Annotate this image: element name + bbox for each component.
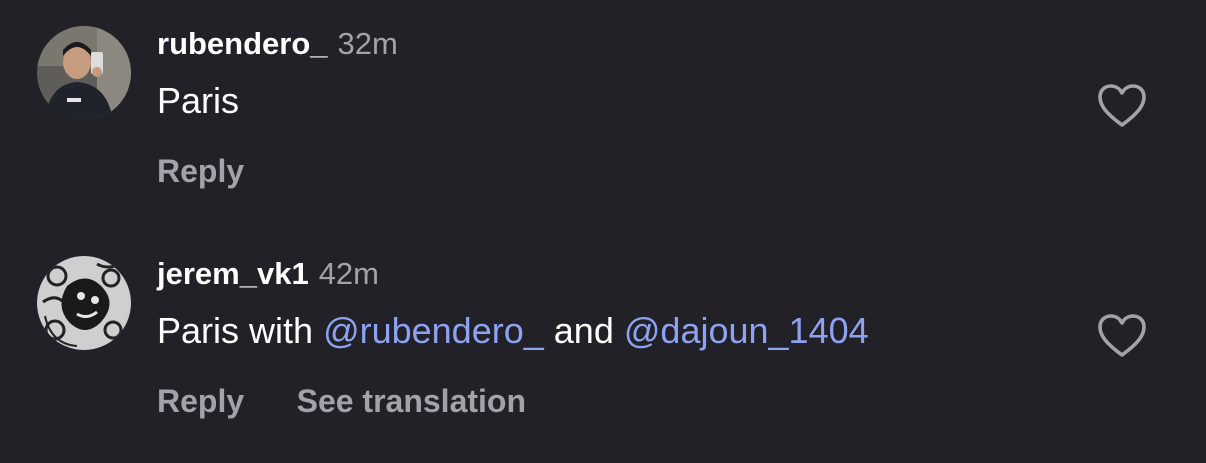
timestamp: 42m (318, 256, 379, 291)
comment-text: Paris (157, 80, 239, 122)
username[interactable]: rubendero_ (157, 26, 328, 61)
like-button[interactable] (1097, 83, 1147, 129)
reply-button[interactable]: Reply (157, 383, 244, 419)
mention-link[interactable]: @dajoun_1404 (624, 310, 869, 351)
comment-header: rubendero_ 32m (157, 26, 398, 66)
mention-link[interactable]: @rubendero_ (323, 310, 544, 351)
comment-text-mid: and (553, 310, 614, 351)
comment-text-prefix: Paris with (157, 310, 314, 351)
like-button[interactable] (1097, 313, 1147, 359)
comment-text: Paris with @rubendero_ and @dajoun_1404 (157, 310, 869, 352)
comment-actions: Reply See translation (157, 383, 574, 420)
timestamp: 32m (337, 26, 398, 61)
see-translation-button[interactable]: See translation (297, 383, 526, 419)
avatar[interactable] (37, 256, 131, 350)
reply-button[interactable]: Reply (157, 153, 244, 189)
comment-header: jerem_vk1 42m (157, 256, 379, 296)
username[interactable]: jerem_vk1 (157, 256, 309, 291)
avatar[interactable] (37, 26, 131, 120)
heart-icon (1098, 84, 1146, 127)
heart-icon (1098, 314, 1146, 357)
comment-text-content: Paris (157, 80, 240, 121)
comment-actions: Reply (157, 153, 292, 190)
